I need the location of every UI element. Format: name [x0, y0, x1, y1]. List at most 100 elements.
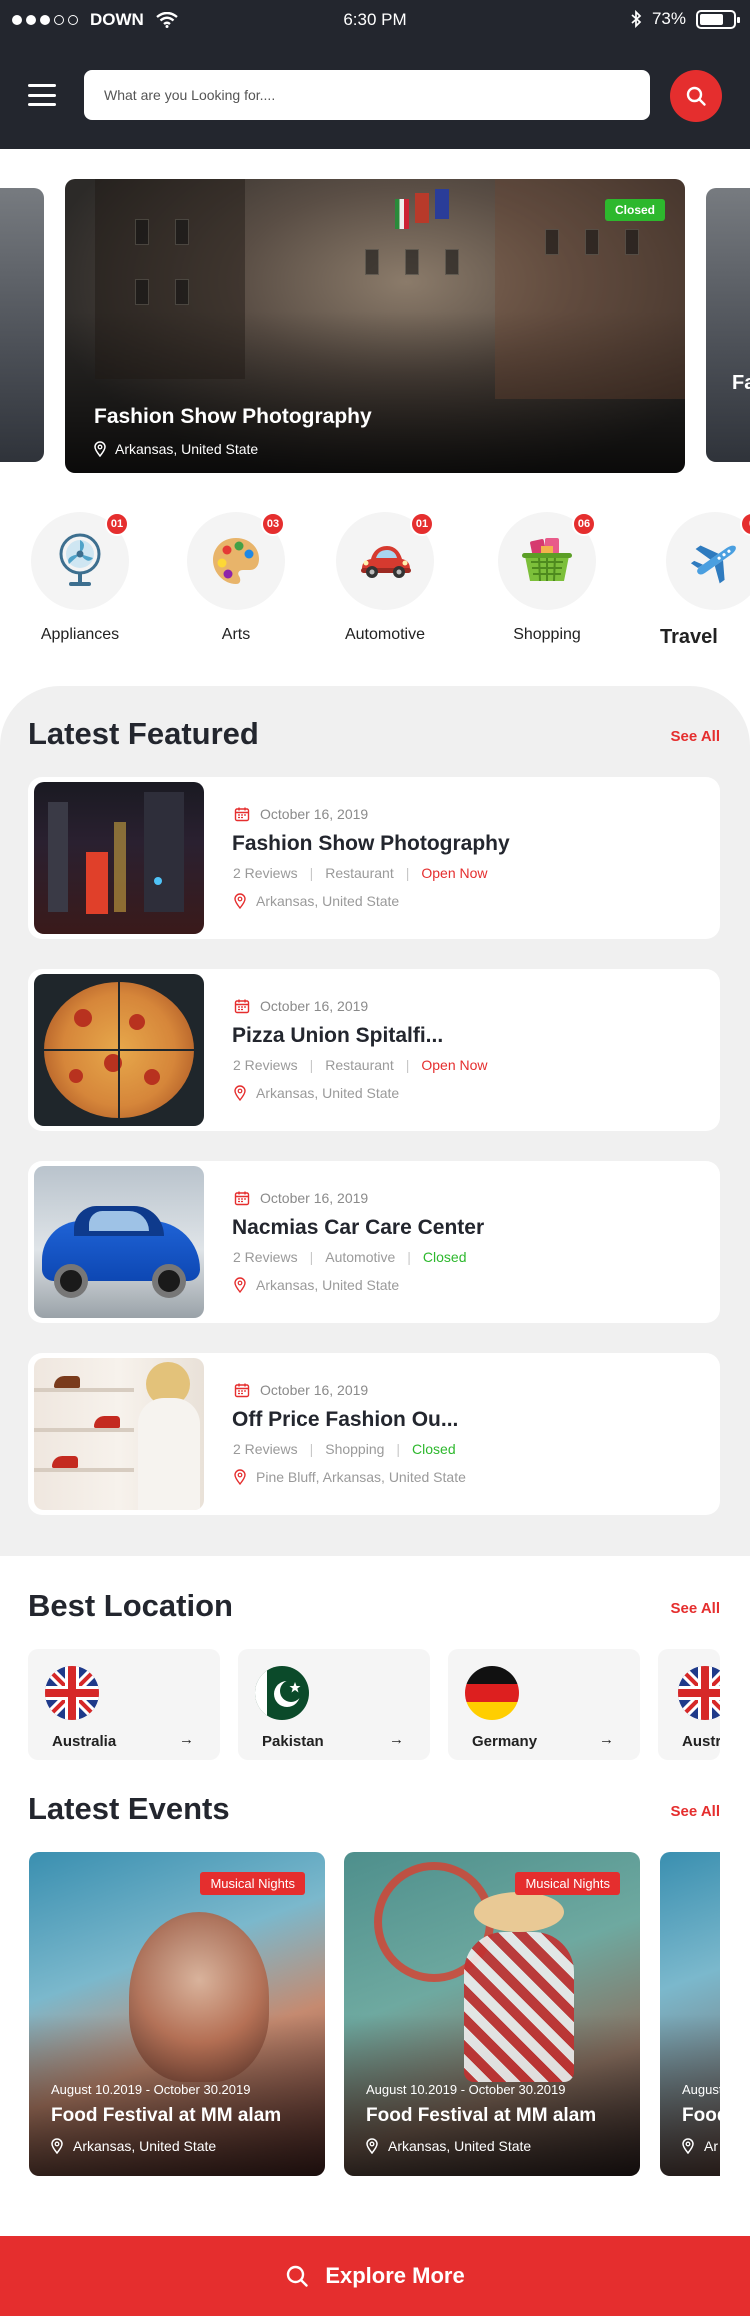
hero-card-next[interactable]: Fa	[706, 188, 750, 462]
uk-flag-icon	[45, 1666, 99, 1720]
event-location-text: Ar	[704, 2138, 718, 2154]
explore-more-button[interactable]: Explore More	[0, 2236, 750, 2316]
featured-reviews: 2 Reviews	[233, 1441, 298, 1457]
event-card[interactable]: Musical Nights August 10.2019 - October …	[344, 1852, 640, 2176]
event-location-text: Arkansas, United State	[388, 2138, 532, 2154]
calendar-icon	[234, 807, 250, 822]
featured-thumbnail	[34, 782, 204, 934]
calendar-icon	[234, 999, 250, 1014]
event-name: Food Festival at MM alam	[366, 2105, 597, 2126]
status-bar: DOWN 6:30 PM 73%	[0, 0, 750, 40]
uk-flag-icon	[678, 1666, 720, 1720]
location-name: Australia	[52, 1733, 117, 1750]
featured-name: Fashion Show Photography	[232, 832, 510, 855]
location-pin-icon	[234, 893, 246, 909]
best-location-see-all-link[interactable]: See All	[671, 1600, 720, 1617]
location-card[interactable]: Germany →	[448, 1649, 640, 1760]
featured-date: October 16, 2019	[234, 998, 368, 1014]
app-header: DOWN 6:30 PM 73%	[0, 0, 750, 149]
event-dates: August 10.2019 - October 30.2019	[366, 2082, 566, 2097]
category-appliances[interactable]: 01 Appliances	[5, 512, 155, 644]
event-location: Arkansas, United State	[366, 2138, 531, 2154]
location-card[interactable]: Australia →	[28, 1649, 220, 1760]
featured-thumbnail	[34, 974, 204, 1126]
featured-reviews: 2 Reviews	[233, 1057, 298, 1073]
category-count: 0	[740, 512, 750, 536]
explore-more-label: Explore More	[325, 2263, 465, 2288]
event-location-text: Arkansas, United State	[73, 2138, 217, 2154]
category-label: Automotive	[344, 626, 426, 643]
category-count: 06	[572, 512, 596, 536]
category-automotive[interactable]: 01 Automotive	[310, 512, 460, 644]
category-count: 01	[410, 512, 434, 536]
featured-reviews: 2 Reviews	[233, 865, 298, 881]
arrow-right-icon: →	[179, 1731, 194, 1748]
featured-category: Shopping	[325, 1441, 385, 1457]
category-travel[interactable]: 0 Travel	[640, 512, 750, 649]
best-location-title: Best Location	[28, 1588, 233, 1623]
featured-category: Automotive	[325, 1249, 396, 1265]
location-pin-icon	[234, 1277, 246, 1293]
event-tag: Musical Nights	[515, 1872, 620, 1895]
featured-title: Latest Featured	[28, 716, 259, 751]
featured-status: Closed	[422, 1249, 467, 1265]
arrow-right-icon: →	[389, 1731, 404, 1748]
event-dates: August	[682, 2082, 720, 2097]
event-name: Food Festival at MM alam	[51, 2105, 282, 2126]
location-card[interactable]: Pakistan →	[238, 1649, 430, 1760]
hero-card[interactable]: Closed Fashion Show Photography Arkansas…	[65, 179, 685, 473]
location-pin-icon	[682, 2138, 694, 2154]
featured-meta: 2 Reviews | Automotive | Closed	[233, 1249, 467, 1265]
category-label: Travel	[660, 626, 718, 648]
category-shopping[interactable]: 06 Shopping	[472, 512, 622, 644]
location-pin-icon	[366, 2138, 378, 2154]
featured-category: Restaurant	[325, 1057, 394, 1073]
location-pin-icon	[94, 441, 106, 457]
location-pin-icon	[51, 2138, 63, 2154]
location-name: Austr	[682, 1733, 720, 1750]
featured-location-text: Arkansas, United State	[256, 1277, 400, 1293]
event-card[interactable]: August Food Ar	[660, 1852, 720, 2176]
featured-date-text: October 16, 2019	[260, 998, 369, 1014]
event-tag: Musical Nights	[200, 1872, 305, 1895]
location-card[interactable]: Austr	[658, 1649, 720, 1760]
hero-card-previous[interactable]	[0, 188, 44, 462]
basket-icon	[522, 538, 572, 582]
featured-meta: 2 Reviews | Shopping | Closed	[233, 1441, 456, 1457]
featured-see-all-link[interactable]: See All	[671, 728, 720, 745]
featured-location-text: Pine Bluff, Arkansas, United State	[256, 1469, 466, 1485]
menu-button[interactable]	[28, 84, 56, 106]
featured-reviews: 2 Reviews	[233, 1249, 298, 1265]
germany-flag-icon	[465, 1666, 519, 1720]
hero-location: Arkansas, United State	[94, 441, 258, 457]
search-icon	[287, 2265, 309, 2287]
featured-date: October 16, 2019	[234, 1190, 368, 1206]
featured-card[interactable]: October 16, 2019 Pizza Union Spitalfi...…	[28, 969, 720, 1131]
featured-card[interactable]: October 16, 2019 Nacmias Car Care Center…	[28, 1161, 720, 1323]
featured-location: Arkansas, United State	[234, 1085, 399, 1101]
search-button[interactable]	[670, 70, 722, 122]
featured-location: Arkansas, United State	[234, 893, 399, 909]
featured-status: Open Now	[421, 865, 488, 881]
hero-next-title: Fa	[732, 372, 750, 394]
location-pin-icon	[234, 1085, 246, 1101]
category-label: Arts	[221, 626, 251, 643]
events-see-all-link[interactable]: See All	[671, 1803, 720, 1820]
location-pin-icon	[234, 1469, 246, 1485]
category-count: 03	[261, 512, 285, 536]
event-name: Food	[682, 2105, 720, 2126]
category-arts[interactable]: 03 Arts	[161, 512, 311, 644]
featured-category: Restaurant	[325, 865, 394, 881]
search-icon	[686, 86, 706, 106]
featured-card[interactable]: October 16, 2019 Off Price Fashion Ou...…	[28, 1353, 720, 1515]
featured-location: Pine Bluff, Arkansas, United State	[234, 1469, 466, 1485]
featured-thumbnail	[34, 1166, 204, 1318]
featured-card[interactable]: October 16, 2019 Fashion Show Photograph…	[28, 777, 720, 939]
featured-location-text: Arkansas, United State	[256, 893, 400, 909]
events-title: Latest Events	[28, 1791, 230, 1826]
featured-name: Pizza Union Spitalfi...	[232, 1024, 444, 1047]
search-input[interactable]	[84, 70, 650, 120]
featured-date-text: October 16, 2019	[260, 1382, 369, 1398]
airplane-icon	[690, 545, 736, 584]
event-card[interactable]: Musical Nights August 10.2019 - October …	[29, 1852, 325, 2176]
